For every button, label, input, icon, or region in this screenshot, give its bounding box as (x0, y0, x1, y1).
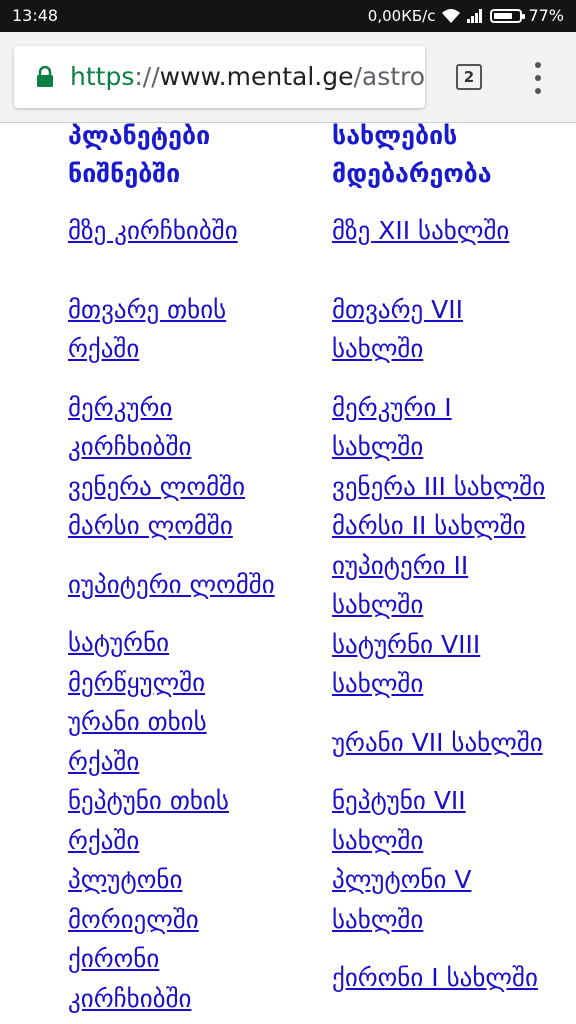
link-uranus-in-sign[interactable]: ურანი თხის რქაში (68, 702, 248, 781)
link-mercury-in-sign[interactable]: მერკური კირჩხიბში (68, 388, 238, 467)
link-jupiter-house[interactable]: იუპიტერი II სახლში (332, 546, 512, 625)
address-bar[interactable]: https://www.mental.ge/astro/c (14, 46, 425, 108)
link-neptune-house[interactable]: ნეპტუნი VII სახლში (332, 781, 512, 860)
planets-in-signs-heading: პლანეტები ნიშნებში (68, 123, 211, 188)
url-separator: :// (134, 62, 160, 91)
url-host: www.mental.ge (159, 62, 354, 91)
link-saturn-house[interactable]: სატურნი VIII სახლში (332, 625, 522, 704)
link-uranus-house[interactable]: ურანი VII სახლში (332, 723, 576, 763)
network-speed: 0,00КБ/с (367, 6, 436, 25)
url-text[interactable]: https://www.mental.ge/astro/c (70, 62, 425, 91)
link-saturn-in-sign[interactable]: სატურნი მერწყულში (68, 623, 248, 702)
lock-icon (37, 66, 53, 87)
page-content: პლანეტები ნიშნებში მზე კირჩხიბში მთვარე … (0, 123, 576, 1024)
status-bar: 13:48 0,00КБ/с 77% (0, 0, 576, 32)
battery-icon (490, 8, 526, 23)
link-venus-house[interactable]: ვენერა III სახლში (332, 467, 576, 507)
url-path: /astro/c (353, 62, 425, 91)
link-chiron-house[interactable]: ქირონი I სახლში (332, 958, 576, 998)
link-chiron-in-sign[interactable]: ქირონი კირჩხიბში (68, 939, 238, 1018)
overflow-menu-icon[interactable] (530, 62, 546, 94)
link-mars-in-sign[interactable]: მარსი ლომში (68, 506, 328, 546)
house-positions-column: სახლების მდებარეობა მზე XII სახლში მთვარ… (332, 123, 576, 998)
tab-switcher-button[interactable]: 2 (456, 64, 482, 90)
link-pluto-house[interactable]: პლუტონი V სახლში (332, 860, 512, 939)
link-jupiter-in-sign[interactable]: იუპიტერი ლომში (68, 565, 328, 605)
house-positions-heading: სახლების მდებარეობა (332, 123, 492, 188)
signal-icon (467, 8, 483, 23)
battery-percent: 77% (528, 6, 564, 25)
link-sun-in-sign[interactable]: მზე კირჩხიბში (68, 211, 328, 251)
link-sun-house[interactable]: მზე XII სახლში (332, 211, 576, 251)
wifi-icon (442, 8, 461, 23)
link-moon-in-sign[interactable]: მთვარე თხის რქაში (68, 290, 268, 369)
link-moon-house[interactable]: მთვარე VII სახლში (332, 290, 502, 369)
status-icons: 0,00КБ/с 77% (368, 6, 564, 25)
link-mars-house[interactable]: მარსი II სახლში (332, 506, 576, 546)
link-mercury-house[interactable]: მერკური I სახლში (332, 388, 502, 467)
status-time: 13:48 (12, 6, 59, 25)
url-scheme: https (70, 62, 135, 91)
link-venus-in-sign[interactable]: ვენერა ლომში (68, 467, 328, 507)
browser-toolbar: https://www.mental.ge/astro/c 2 (0, 32, 576, 123)
link-pluto-in-sign[interactable]: პლუტონი მორიელში (68, 860, 248, 939)
planets-in-signs-column: პლანეტები ნიშნებში მზე კირჩხიბში მთვარე … (68, 123, 328, 1018)
link-neptune-in-sign[interactable]: ნეპტუნი თხის რქაში (68, 781, 278, 860)
